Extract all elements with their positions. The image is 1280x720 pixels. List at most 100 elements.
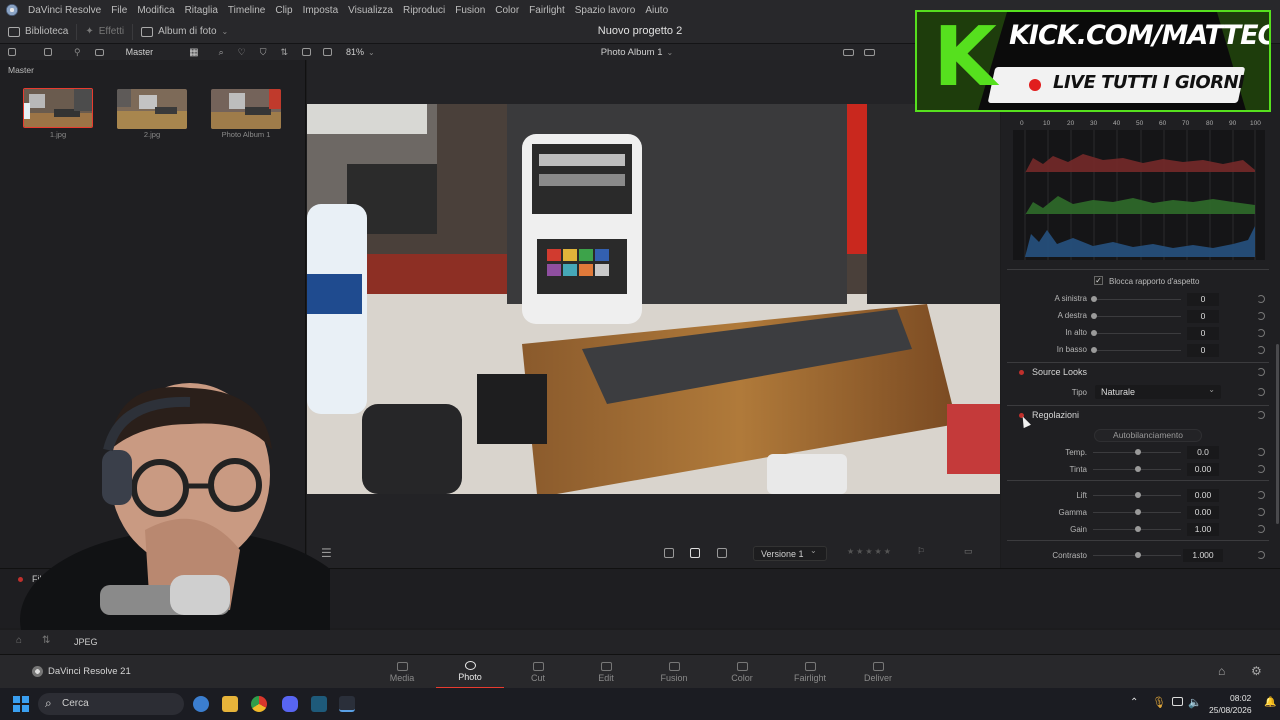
- menu-riproduci[interactable]: Riproduci: [403, 5, 445, 16]
- panel-toggle-icon[interactable]: [8, 48, 16, 56]
- reset-icon[interactable]: [1257, 551, 1265, 559]
- microphone-icon[interactable]: 🎙: [1152, 696, 1166, 709]
- globe-icon[interactable]: [193, 696, 209, 712]
- viewer-image[interactable]: [307, 104, 1000, 494]
- crop-left-value[interactable]: 0: [1187, 293, 1219, 306]
- sort-icon[interactable]: ⇅: [280, 47, 288, 58]
- adjustments-title[interactable]: Regolazioni: [1032, 410, 1079, 420]
- notification-icon[interactable]: 🔔: [1264, 697, 1276, 708]
- menu-fusion[interactable]: Fusion: [455, 5, 485, 16]
- auto-balance-button[interactable]: Autobilanciamento: [1094, 429, 1202, 442]
- search-icon[interactable]: ⌕: [219, 47, 224, 58]
- page-deliver[interactable]: Deliver: [844, 655, 912, 689]
- gamma-slider-handle[interactable]: [1135, 509, 1141, 515]
- chevron-up-icon[interactable]: ⌃: [1130, 697, 1138, 708]
- zoom-level[interactable]: 81%: [346, 47, 364, 57]
- effects-button[interactable]: ✦ Effetti: [77, 20, 132, 44]
- folder-icon[interactable]: [222, 696, 238, 712]
- chevron-down-icon[interactable]: ⌄: [667, 48, 674, 57]
- menu-ritaglia[interactable]: Ritaglia: [185, 5, 218, 16]
- menu-aiuto[interactable]: Aiuto: [645, 5, 668, 16]
- menu-modifica[interactable]: Modifica: [137, 5, 174, 16]
- reset-icon[interactable]: [1257, 508, 1265, 516]
- temp-slider-handle[interactable]: [1135, 449, 1141, 455]
- thumbnail-1[interactable]: [23, 88, 93, 128]
- terminal-icon[interactable]: [311, 696, 327, 712]
- lift-value[interactable]: 0.00: [1187, 489, 1219, 502]
- thumbnail-2[interactable]: [117, 89, 187, 129]
- page-fairlight[interactable]: Fairlight: [776, 655, 844, 689]
- source-looks-title[interactable]: Source Looks: [1032, 367, 1087, 377]
- menu-imposta[interactable]: Imposta: [303, 5, 339, 16]
- crop-right-value[interactable]: 0: [1187, 310, 1219, 323]
- windows-start-icon[interactable]: [13, 696, 29, 712]
- reset-icon[interactable]: [1257, 491, 1265, 499]
- sort-icon[interactable]: ⇅: [42, 635, 50, 646]
- reset-icon[interactable]: [1257, 388, 1265, 396]
- discord-icon[interactable]: [282, 696, 298, 712]
- heart-icon[interactable]: ♡: [238, 47, 246, 58]
- layout-dual-icon[interactable]: [864, 48, 876, 56]
- reset-icon[interactable]: [1257, 411, 1265, 419]
- filter-icon[interactable]: ⛉: [260, 47, 267, 58]
- menu-visualizza[interactable]: Visualizza: [348, 5, 393, 16]
- album-selector[interactable]: Photo Album 1: [601, 47, 663, 58]
- star-rating[interactable]: ★★★★★: [847, 547, 893, 556]
- contrast-slider-handle[interactable]: [1135, 552, 1141, 558]
- page-media[interactable]: Media: [368, 655, 436, 689]
- album-button[interactable]: Album di foto ⌄: [133, 20, 236, 44]
- crop-top-value[interactable]: 0: [1187, 327, 1219, 340]
- new-bin-icon[interactable]: [44, 48, 52, 56]
- crop-bottom-value[interactable]: 0: [1187, 344, 1219, 357]
- reset-icon[interactable]: [1257, 448, 1265, 456]
- overlay-icon[interactable]: [323, 48, 332, 56]
- thumbnail-3[interactable]: [211, 89, 281, 129]
- grid-view-icon[interactable]: ▦: [189, 47, 198, 58]
- page-cut[interactable]: Cut: [504, 655, 572, 689]
- bin-label[interactable]: Master: [126, 47, 154, 57]
- flag-icon[interactable]: ⚐: [917, 546, 925, 557]
- gamma-value[interactable]: 0.00: [1187, 506, 1219, 519]
- speaker-icon[interactable]: 🔈: [1188, 696, 1202, 709]
- view-options-icon[interactable]: [94, 48, 104, 56]
- lock-aspect-checkbox[interactable]: ✓: [1094, 276, 1103, 285]
- menu-clip[interactable]: Clip: [275, 5, 292, 16]
- taskbar-search[interactable]: ⌕ Cerca: [38, 693, 184, 715]
- temp-value[interactable]: 0.0: [1187, 446, 1219, 459]
- page-color[interactable]: Color: [708, 655, 776, 689]
- reset-icon[interactable]: [1257, 346, 1265, 354]
- inspector-scrollbar[interactable]: [1276, 344, 1279, 524]
- tint-value[interactable]: 0.00: [1187, 463, 1219, 476]
- layout-single-icon[interactable]: [843, 48, 855, 56]
- bookmark-icon[interactable]: ▭: [964, 546, 973, 557]
- link-icon[interactable]: ⚲: [74, 47, 81, 58]
- reset-icon[interactable]: [1257, 525, 1265, 533]
- menu-color[interactable]: Color: [495, 5, 519, 16]
- page-edit[interactable]: Edit: [572, 655, 640, 689]
- lift-slider-handle[interactable]: [1135, 492, 1141, 498]
- reset-icon[interactable]: [1257, 368, 1265, 376]
- page-photo[interactable]: Photo: [436, 655, 504, 689]
- menu-fairlight[interactable]: Fairlight: [529, 5, 565, 16]
- menu-file[interactable]: File: [111, 5, 127, 16]
- compare-icon[interactable]: [664, 548, 674, 558]
- reset-icon[interactable]: [1257, 312, 1265, 320]
- tag-icon[interactable]: ⌂: [16, 635, 22, 646]
- page-fusion[interactable]: Fusion: [640, 655, 708, 689]
- gain-slider-handle[interactable]: [1135, 526, 1141, 532]
- gear-icon[interactable]: ⚙: [1251, 664, 1262, 678]
- davinci-taskbar-icon[interactable]: [339, 696, 355, 712]
- fit-icon[interactable]: [302, 48, 311, 56]
- remove-image-icon[interactable]: [717, 548, 727, 558]
- reset-icon[interactable]: [1257, 329, 1265, 337]
- chevron-down-icon[interactable]: ⌄: [368, 48, 375, 57]
- reset-icon[interactable]: [1257, 295, 1265, 303]
- chrome-icon[interactable]: [251, 696, 267, 712]
- reset-icon[interactable]: [1257, 465, 1265, 473]
- tint-slider-handle[interactable]: [1135, 466, 1141, 472]
- source-looks-enable-dot[interactable]: [1019, 370, 1024, 375]
- image-icon[interactable]: [690, 548, 700, 558]
- menu-spazio-lavoro[interactable]: Spazio lavoro: [575, 5, 636, 16]
- library-button[interactable]: Biblioteca: [0, 20, 76, 44]
- menu-timeline[interactable]: Timeline: [228, 5, 265, 16]
